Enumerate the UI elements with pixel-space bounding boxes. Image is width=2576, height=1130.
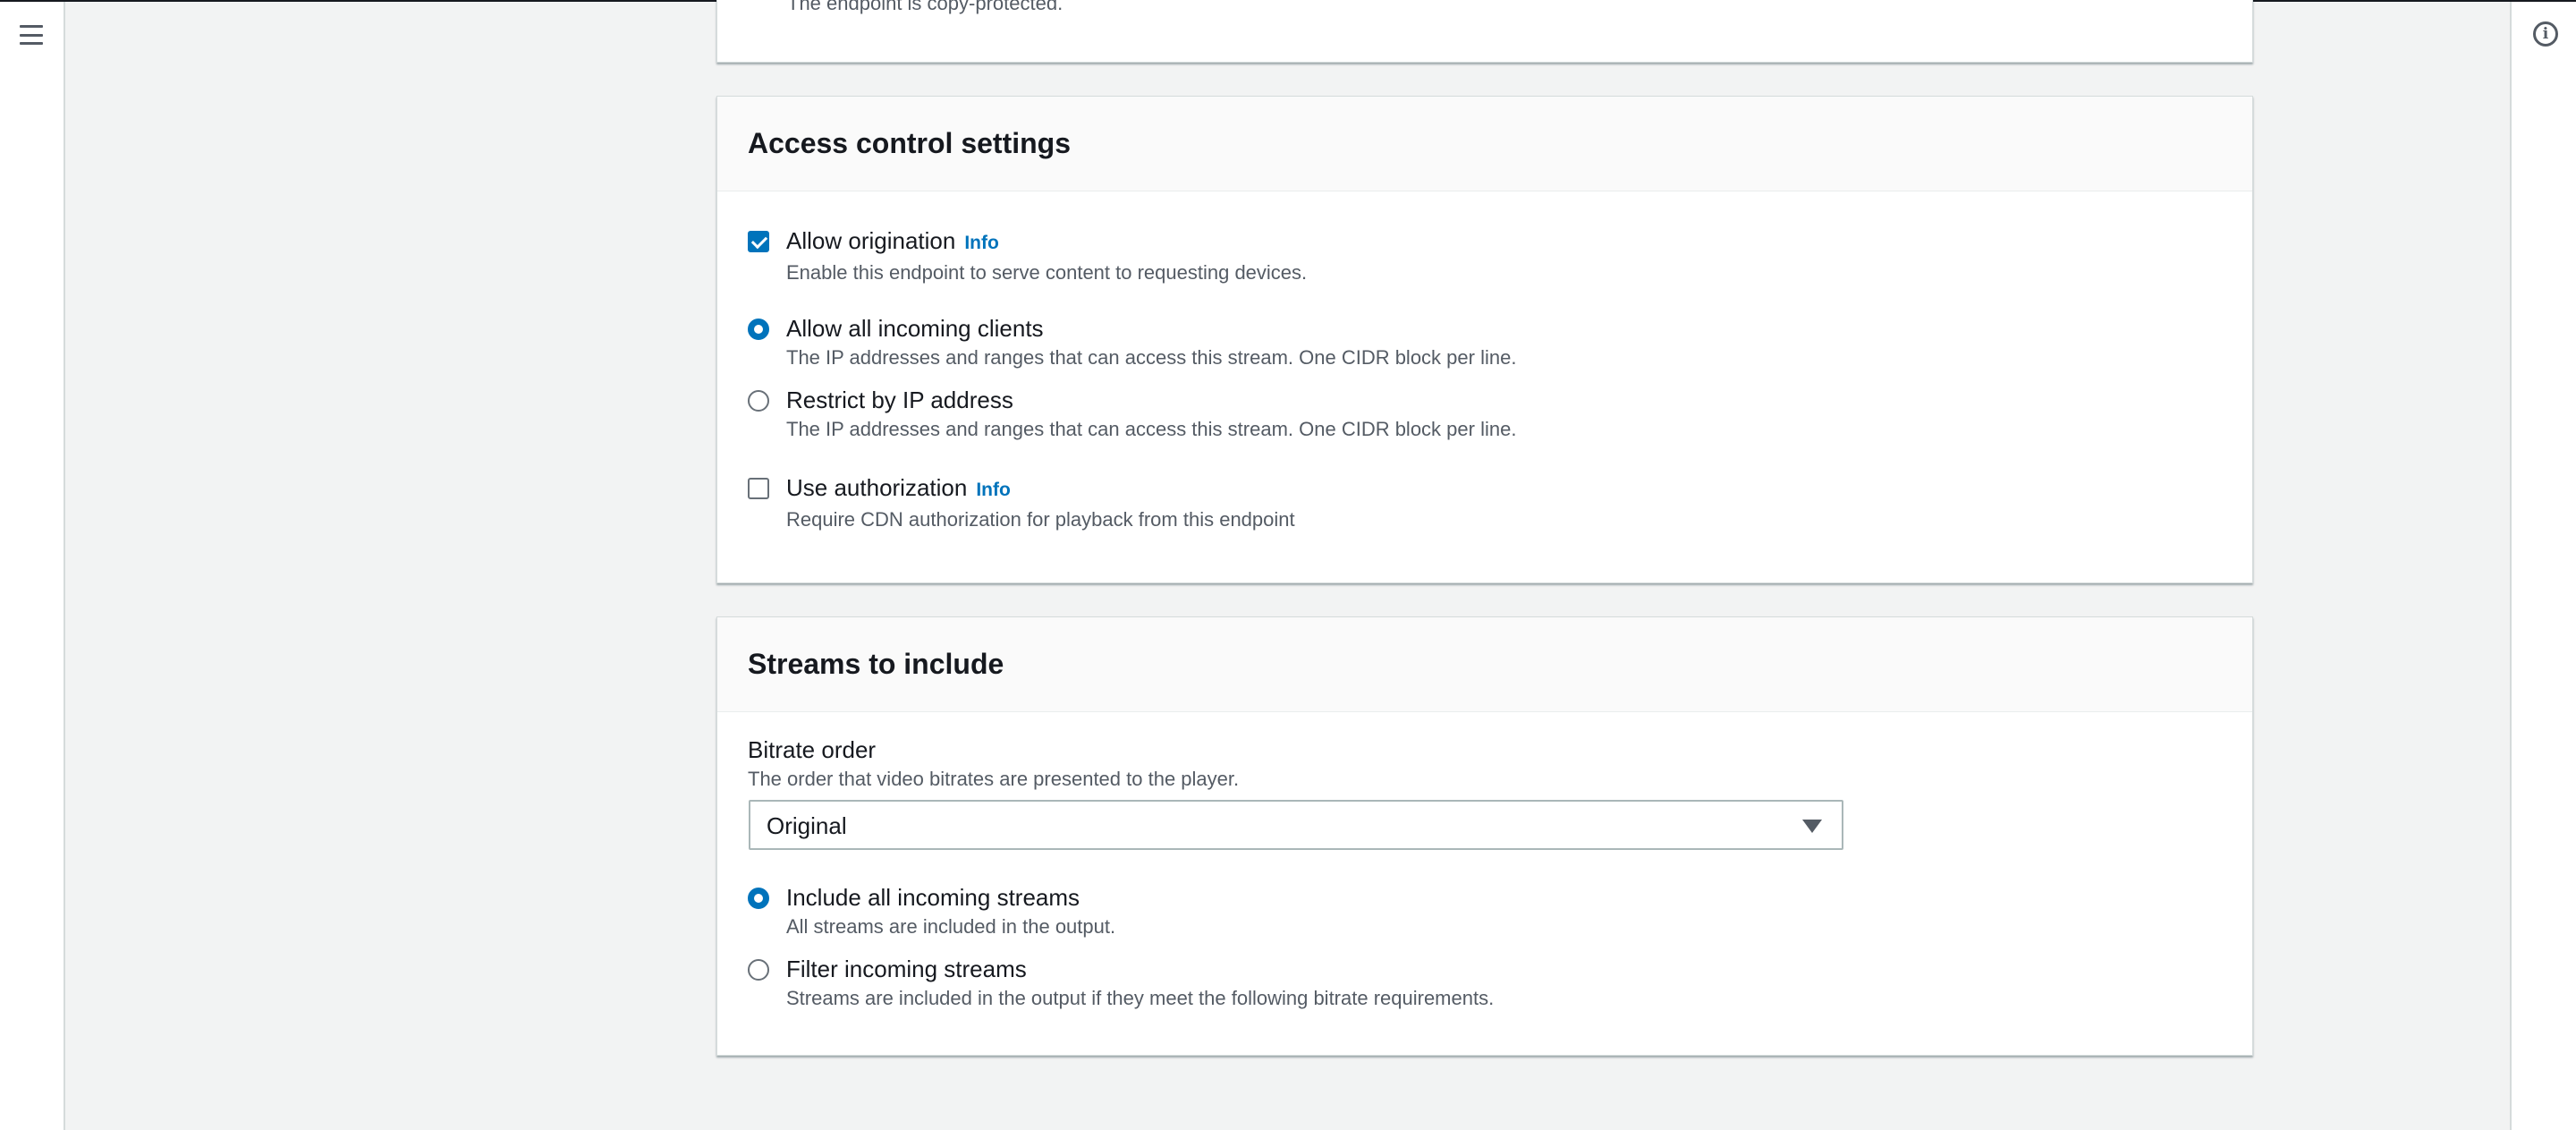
restrict-by-ip-description: The IP addresses and ranges that can acc… bbox=[786, 418, 1517, 440]
include-all-streams-label: Include all incoming streams bbox=[786, 884, 1080, 911]
caret-down-icon bbox=[1802, 820, 1822, 833]
allow-all-clients-radio[interactable] bbox=[748, 319, 769, 340]
allow-origination-info-link[interactable]: Info bbox=[964, 233, 998, 253]
streams-title: Streams to include bbox=[748, 648, 1004, 680]
info-circle-icon[interactable]: i bbox=[2533, 21, 2558, 47]
access-control-title: Access control settings bbox=[748, 127, 1071, 159]
restrict-by-ip-label: Restrict by IP address bbox=[786, 387, 1013, 413]
bitrate-order-label: Bitrate order bbox=[748, 736, 877, 763]
left-navigation-rail bbox=[0, 2, 65, 1130]
filter-streams-description: Streams are included in the output if th… bbox=[786, 987, 1495, 1009]
menu-bar bbox=[20, 25, 43, 28]
allow-origination-description: Enable this endpoint to serve content to… bbox=[786, 261, 1308, 284]
filter-streams-radio[interactable] bbox=[748, 959, 769, 981]
use-authorization-text: Use authorization Info Require CDN author… bbox=[786, 474, 1295, 532]
allow-origination-label-text: Allow origination bbox=[786, 227, 956, 254]
menu-bar bbox=[20, 42, 43, 45]
restrict-by-ip-radio[interactable] bbox=[748, 390, 769, 412]
use-authorization-description: Require CDN authorization for playback f… bbox=[786, 508, 1295, 531]
allow-origination-checkbox[interactable] bbox=[748, 231, 769, 252]
include-all-streams-radio[interactable] bbox=[748, 888, 769, 909]
allow-all-clients-label: Allow all incoming clients bbox=[786, 315, 1044, 342]
bitrate-order-select[interactable]: Original bbox=[749, 800, 1843, 850]
bitrate-order-description: The order that video bitrates are presen… bbox=[748, 768, 1240, 790]
use-authorization-label: Use authorization Info bbox=[786, 474, 1295, 504]
access-control-panel: Access control settings Allow originatio… bbox=[716, 96, 2253, 583]
use-authorization-label-text: Use authorization bbox=[786, 474, 968, 501]
bitrate-order-selected-value: Original bbox=[767, 812, 847, 839]
filter-streams-text: Filter incoming streams Streams are incl… bbox=[786, 956, 1494, 1011]
access-control-header: Access control settings bbox=[717, 97, 2252, 191]
include-all-streams-text: Include all incoming streams All streams… bbox=[786, 884, 1115, 939]
endpoint-panel-partial: The endpoint is copy-protected. bbox=[716, 0, 2253, 63]
streams-panel: Streams to include Bitrate order The ord… bbox=[716, 616, 2253, 1056]
right-tools-rail: i bbox=[2510, 2, 2576, 1130]
hamburger-menu-icon[interactable] bbox=[20, 25, 43, 45]
allow-origination-text: Allow origination Info Enable this endpoi… bbox=[786, 227, 1307, 285]
menu-bar bbox=[20, 33, 43, 37]
streams-header: Streams to include bbox=[717, 617, 2252, 712]
filter-streams-label: Filter incoming streams bbox=[786, 956, 1027, 982]
include-all-streams-description: All streams are included in the output. bbox=[786, 915, 1116, 938]
use-authorization-checkbox[interactable] bbox=[748, 478, 769, 499]
restrict-by-ip-text: Restrict by IP address The IP addresses … bbox=[786, 387, 1516, 442]
copy-protection-description: The endpoint is copy-protected. bbox=[787, 0, 1063, 14]
allow-all-clients-text: Allow all incoming clients The IP addres… bbox=[786, 315, 1516, 370]
allow-all-clients-description: The IP addresses and ranges that can acc… bbox=[786, 346, 1517, 369]
use-authorization-info-link[interactable]: Info bbox=[976, 480, 1010, 500]
allow-origination-label: Allow origination Info bbox=[786, 227, 1307, 257]
